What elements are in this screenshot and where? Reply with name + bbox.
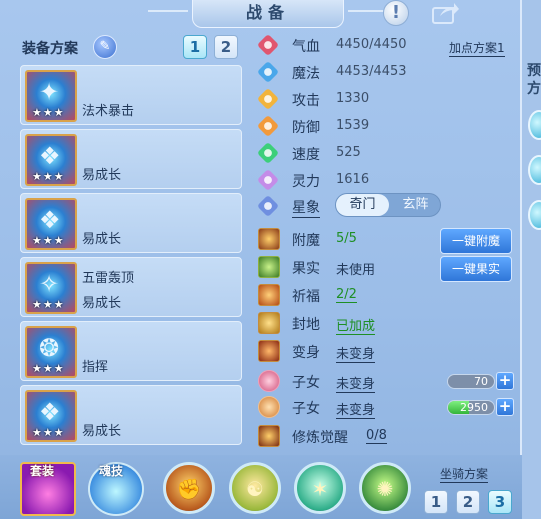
equip-slot-label: 五雷轰顶 <box>82 271 135 286</box>
mount-scheme-tab-3[interactable]: 3 <box>488 490 512 514</box>
stat-name: 攻击 <box>292 93 320 109</box>
equip-slot-2[interactable]: ❖ ★★★ 易成长 <box>20 129 242 189</box>
enchant-icon <box>258 228 280 250</box>
equip-scheme-tab-2[interactable]: 2 <box>214 35 238 59</box>
equip-slot-label: 易成长 <box>82 424 122 439</box>
effect-name: 封地 <box>292 317 320 333</box>
transform-icon <box>258 340 280 362</box>
right-orb-icon-3[interactable] <box>528 200 541 230</box>
equip-slot-5[interactable]: ❂ ★★★ 指挥 <box>20 321 242 381</box>
equip-item-icon: ❖ ★★★ <box>25 198 77 250</box>
right-orb-icon-2[interactable] <box>528 155 541 185</box>
stat-name: 速度 <box>292 147 320 163</box>
page-title: 战备 <box>192 0 344 28</box>
equip-slot-6[interactable]: ❖ ★★★ 易成长 <box>20 385 242 445</box>
stat-value: 1616 <box>336 172 370 187</box>
right-orb-icon-1[interactable] <box>528 110 541 140</box>
child-1-plus-button[interactable]: + <box>496 372 514 390</box>
effect-value[interactable]: 已加成 <box>336 315 376 335</box>
edit-scheme-icon[interactable]: ✎ <box>93 35 117 59</box>
mount-scheme-tab-1[interactable]: 1 <box>424 490 448 514</box>
stat-value: 4453/4453 <box>336 64 407 79</box>
effect-name: 修炼觉醒 <box>292 430 348 446</box>
star-rating: ★★★ <box>32 234 65 247</box>
toggle-option-qimen[interactable]: 奇门 <box>336 194 389 216</box>
child-icon <box>258 396 280 418</box>
child-2-progress-bar: 2950 <box>447 400 495 415</box>
child-icon <box>258 370 280 392</box>
effect-value[interactable]: 未变身 <box>336 343 376 363</box>
equip-slot-label: 易成长 <box>82 168 122 183</box>
suit-label: 套装 <box>30 464 55 478</box>
skill-slot-1-icon[interactable]: ✊ <box>163 462 215 514</box>
equip-slot-sublabel: 易成长 <box>82 296 122 311</box>
effect-name: 祈福 <box>292 289 320 305</box>
child-2-bar-value: 2950 <box>460 401 488 414</box>
star-rating: ★★★ <box>32 170 65 183</box>
effect-name: 附魔 <box>292 233 320 249</box>
effect-value[interactable]: 0/8 <box>366 428 387 444</box>
equip-slot-label: 易成长 <box>82 232 122 247</box>
share-icon[interactable] <box>432 2 460 24</box>
stat-name: 防御 <box>292 120 320 136</box>
stat-name: 气血 <box>292 39 320 55</box>
effect-name: 子女 <box>292 401 320 417</box>
equip-slot-label: 指挥 <box>82 360 109 375</box>
equip-item-icon: ✦ ★★★ <box>25 70 77 122</box>
mount-scheme-label: 坐骑方案 <box>440 467 489 483</box>
one-click-fruit-button[interactable]: 一键果实 <box>440 256 512 282</box>
equip-item-icon: ✧ ★★★ <box>25 262 77 314</box>
stat-value: 1539 <box>336 118 370 133</box>
star-label[interactable]: 星象 <box>292 197 320 218</box>
right-tab-char-2: 方 <box>527 81 541 97</box>
star-rating: ★★★ <box>32 106 65 119</box>
skill-slot-2-icon[interactable]: ☯ <box>229 462 281 514</box>
right-side-tabs: 预 方 <box>522 0 541 519</box>
star-rating: ★★★ <box>32 298 65 311</box>
equip-scheme-tab-1[interactable]: 1 <box>183 35 207 59</box>
skill-slot-3-icon[interactable]: ✶ <box>294 462 346 514</box>
mount-scheme-tab-2[interactable]: 2 <box>456 490 480 514</box>
title-ornament-left <box>148 10 188 12</box>
equip-slot-1[interactable]: ✦ ★★★ 法术暴击 <box>20 65 242 125</box>
equip-item-icon: ❖ ★★★ <box>25 390 77 442</box>
stat-value: 1330 <box>336 91 370 106</box>
bless-icon <box>258 284 280 306</box>
equip-scheme-label: 装备方案 <box>22 41 78 57</box>
effect-value[interactable]: 未变身 <box>336 373 376 393</box>
star-toggle[interactable]: 奇门 玄阵 <box>335 193 441 217</box>
effect-name: 果实 <box>292 261 320 277</box>
right-tab-char-1: 预 <box>527 63 541 79</box>
equip-slot-4[interactable]: ✧ ★★★ 五雷轰顶 易成长 <box>20 257 242 317</box>
star-rating: ★★★ <box>32 362 65 375</box>
stat-name: 灵力 <box>292 174 320 190</box>
help-icon[interactable]: ! <box>383 0 409 26</box>
stat-value: 525 <box>336 145 361 160</box>
effect-name: 子女 <box>292 375 320 391</box>
equip-slot-3[interactable]: ❖ ★★★ 易成长 <box>20 193 242 253</box>
cultivation-icon <box>258 425 280 447</box>
equip-item-icon: ❖ ★★★ <box>25 134 77 186</box>
effect-value: 5/5 <box>336 231 357 246</box>
add-point-scheme-link[interactable]: 加点方案1 <box>449 39 505 57</box>
equip-slot-label: 法术暴击 <box>82 104 135 119</box>
effect-value: 未使用 <box>336 263 376 278</box>
star-rating: ★★★ <box>32 426 65 439</box>
stat-name: 魔法 <box>292 66 320 82</box>
equip-item-icon: ❂ ★★★ <box>25 326 77 378</box>
effect-value[interactable]: 2/2 <box>336 287 357 303</box>
fief-icon <box>258 312 280 334</box>
one-click-enchant-button[interactable]: 一键附魔 <box>440 228 512 254</box>
stat-value: 4450/4450 <box>336 37 407 52</box>
skill-slot-4-icon[interactable]: ✺ <box>359 462 411 514</box>
effect-name: 变身 <box>292 345 320 361</box>
effect-value[interactable]: 未变身 <box>336 399 376 419</box>
soul-skill-label: 魂技 <box>99 464 124 478</box>
child-2-plus-button[interactable]: + <box>496 398 514 416</box>
fruit-icon <box>258 256 280 278</box>
child-1-progress-bar: 70 <box>447 374 495 389</box>
child-1-bar-value: 70 <box>474 375 488 388</box>
toggle-option-xuanzhen[interactable]: 玄阵 <box>389 194 442 216</box>
title-ornament-right <box>348 10 388 12</box>
